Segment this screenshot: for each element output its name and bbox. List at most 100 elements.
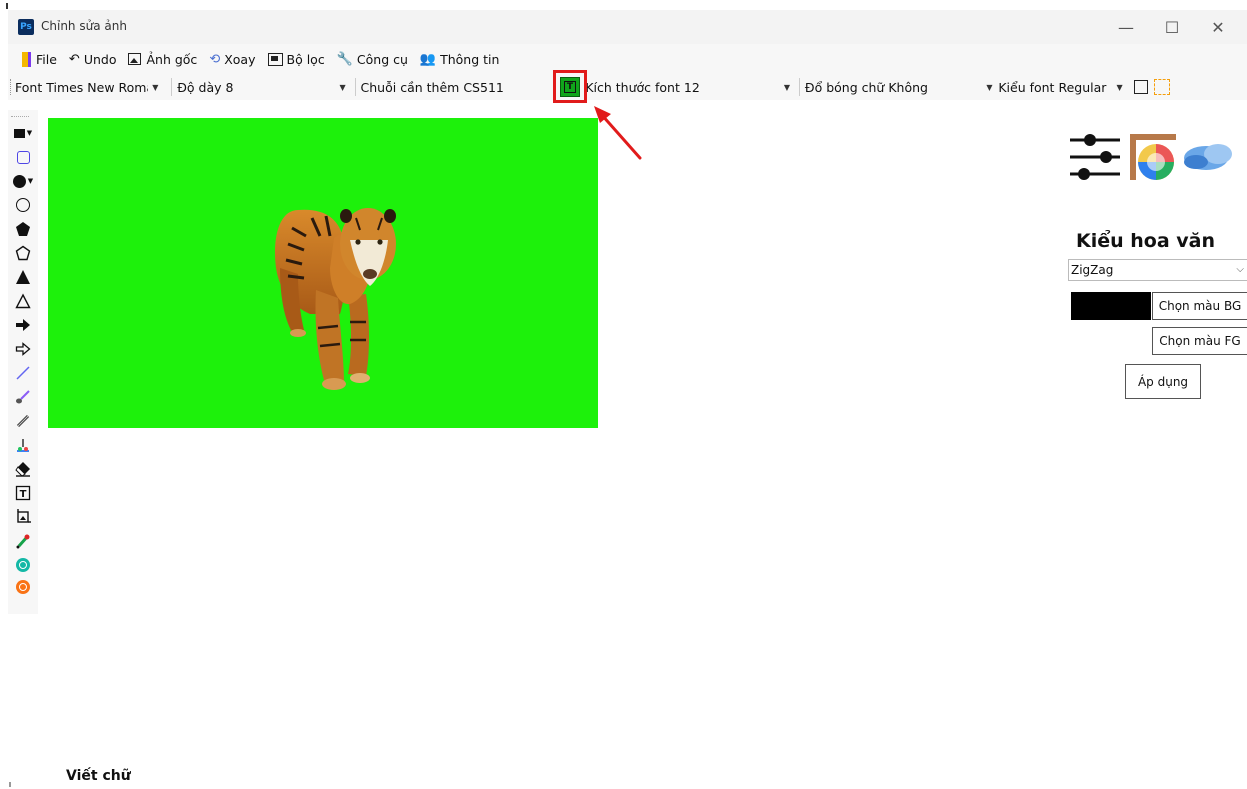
rounded-rectangle-tool[interactable] [8,146,38,168]
line-tool[interactable] [8,362,38,384]
thickness-value: 8 [225,79,234,95]
sliders-icon[interactable] [1070,134,1120,180]
menu-undo-label: Undo [83,51,117,67]
apply-button[interactable]: Áp dụng [1125,364,1201,399]
chevron-down-icon: ▼ [1116,82,1123,92]
menu-tools[interactable]: 🔧 Công cụ [331,48,414,70]
frame-corner-mark [6,3,8,9]
chevron-down-icon: ▼ [339,82,346,92]
brush-icon [16,390,30,404]
menu-filter-label: Bộ lọc [286,51,325,67]
color-wheel-icon[interactable] [1130,134,1176,180]
font-value: Times New Roman [46,79,148,95]
status-label: Viết chữ [66,768,131,784]
brush-tool[interactable] [8,386,38,408]
filled-arrow-icon [16,319,30,331]
status-marker [9,782,11,787]
svg-text:T: T [20,489,27,500]
menu-info[interactable]: 👥 Thông tin [414,48,506,70]
fill-icon [17,439,29,452]
menu-filter[interactable]: Bộ lọc [262,48,331,70]
string-label: Chuỗi cần thêm [360,79,460,95]
add-text-button[interactable]: T [553,70,587,103]
menu-original-image[interactable]: Ảnh gốc [122,48,203,70]
chevron-down-icon: ▼ [986,82,993,92]
rotate-icon: ⟲ [209,51,221,67]
pentagon-icon [15,245,31,261]
arrow-tool[interactable] [8,338,38,360]
cloud-texture-icon[interactable] [1184,144,1232,170]
font-size-combobox[interactable]: 12 ▼ [684,80,794,95]
eraser-tool[interactable] [8,458,38,480]
filled-pentagon-icon [16,222,30,236]
zoom-in-tool[interactable] [8,554,38,576]
menu-undo[interactable]: ↶ Undo [63,48,123,70]
font-style-label: Kiểu font [998,79,1055,95]
zoom-in-icon [16,558,30,572]
shadow-combobox[interactable]: Không ▼ [888,80,998,95]
line-icon [16,366,30,380]
triangle-tool[interactable] [8,290,38,312]
font-combobox[interactable]: Times New Roman ▼ [46,80,166,95]
crop-icon [17,509,31,523]
circle-tool[interactable] [8,194,38,216]
annotation-arrow [594,106,642,160]
undo-icon: ↶ [68,51,80,67]
shadow-label: Đổ bóng chữ [804,79,885,95]
font-style-value: Regular [1058,79,1107,95]
fill-tool[interactable] [8,434,38,456]
chevron-down-icon: ▼ [783,82,791,92]
save-region-icon[interactable] [1134,80,1149,94]
filled-triangle-tool[interactable] [8,266,38,288]
color-picker-tool[interactable] [8,530,38,552]
title-bar: Ps Chỉnh sửa ảnh — ☐ ✕ [8,10,1247,44]
chevron-down-icon: ▼ [27,177,34,185]
zoom-out-tool[interactable] [8,576,38,598]
font-size-label: Kích thước font [585,79,680,95]
toolstrip-grip [11,116,29,117]
filled-triangle-icon [16,270,30,284]
filled-circle-tool[interactable]: ▼ [8,170,38,192]
frame-select-icon[interactable] [1154,79,1171,95]
close-button[interactable]: ✕ [1195,10,1241,44]
choose-fg-color-button[interactable]: Chọn màu FG [1152,327,1247,355]
text-tool[interactable]: T [8,482,38,504]
menu-rotate[interactable]: ⟲ Xoay [203,48,261,70]
circle-icon [16,198,30,212]
filled-rectangle-tool[interactable]: ▼ [8,122,38,144]
info-icon: 👥 [419,51,437,67]
file-icon [22,51,31,67]
filled-arrow-tool[interactable] [8,314,38,336]
tool-strip: ▼ ▼ T [8,110,38,614]
crop-tool[interactable] [8,506,38,528]
pentagon-tool[interactable] [8,242,38,264]
menu-bar: File ↶ Undo Ảnh gốc ⟲ Xoay Bộ lọc 🔧 Công… [8,44,1247,74]
pattern-value: ZigZag [1071,263,1114,277]
text-icon: T [15,485,31,501]
thickness-combobox[interactable]: 8 ▼ [226,80,350,95]
filled-pentagon-tool[interactable] [8,218,38,240]
pencil-icon [16,414,30,428]
toolbar-grip [10,79,11,95]
menu-file-label: File [36,51,57,67]
string-input[interactable]: CS511 [463,80,547,95]
font-style-combobox[interactable]: Regular ▼ [1058,80,1126,95]
tools-icon: 🔧 [336,51,353,67]
menu-info-label: Thông tin [440,51,500,67]
tiger-image [274,208,396,390]
chevron-down-icon: ⌵ [1236,264,1244,275]
choose-bg-color-button[interactable]: Chọn màu BG [1152,292,1247,320]
triangle-icon [15,293,31,309]
text-toolbar: Font Times New Roman ▼ Độ dày 8 ▼ Chuỗi … [8,74,1247,100]
zoom-out-icon [16,580,30,594]
minimize-button[interactable]: — [1103,10,1149,44]
maximize-button[interactable]: ☐ [1149,10,1195,44]
menu-file[interactable]: File [16,48,63,70]
font-size-value: 12 [683,79,700,95]
filter-icon [267,52,283,66]
canvas-image[interactable] [48,118,598,428]
pencil-tool[interactable] [8,410,38,432]
chevron-down-icon: ▼ [26,129,33,137]
menu-rotate-label: Xoay [224,51,256,67]
pattern-select[interactable]: ZigZag ⌵ [1068,259,1247,281]
